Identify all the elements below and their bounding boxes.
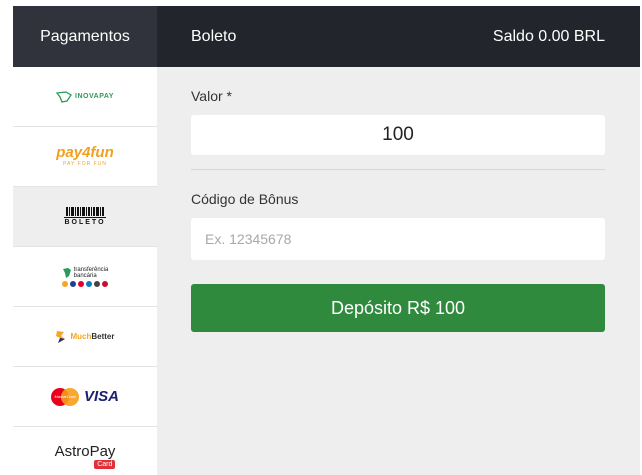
deposit-button[interactable]: Depósito R$ 100 (191, 284, 605, 332)
form-divider (191, 169, 605, 170)
barcode-icon (65, 207, 104, 216)
card-logos: MasterCard VISA (50, 387, 119, 406)
boleto-text: BOLETO (64, 217, 106, 226)
method-title: Boleto (191, 28, 237, 45)
payfun-tagline: PAY FOR FUN (63, 161, 107, 167)
astropay-logo: AstroPay Card (55, 444, 116, 469)
payfun-text: pay4fun (56, 144, 114, 161)
header-bar: Pagamentos Boleto Saldo 0.00 BRL (13, 6, 640, 67)
payfun-logo: pay4fun PAY FOR FUN (56, 145, 114, 168)
astropay-text: AstroPay (54, 443, 116, 460)
visa-logo: VISA (83, 388, 119, 405)
bonus-code-input[interactable] (191, 218, 605, 260)
amount-input[interactable] (191, 115, 605, 155)
muchbetter-text: MuchBetter (70, 332, 115, 341)
leaf-icon (62, 267, 71, 278)
method-muchbetter[interactable]: MuchBetter (13, 307, 157, 367)
payment-method-list: INOVAPAY pay4fun PAY FOR FUN BOLETO tran… (13, 67, 157, 475)
method-astropay[interactable]: AstroPay Card (13, 427, 157, 475)
tab-payments-label: Pagamentos (40, 27, 130, 45)
boleto-logo: BOLETO (64, 207, 106, 226)
bank-logos (62, 280, 108, 287)
muchbetter-icon (56, 330, 66, 343)
inovapay-logo: INOVAPAY (56, 90, 114, 103)
method-boleto[interactable]: BOLETO (13, 187, 157, 247)
astropay-card-badge: Card (94, 460, 116, 469)
transferencia-line2: bancária (73, 272, 97, 279)
amount-label: Valor * (191, 88, 232, 104)
inovapay-text: INOVAPAY (75, 93, 114, 100)
tab-payments[interactable]: Pagamentos (13, 6, 157, 67)
method-transferencia[interactable]: transferência bancária (13, 247, 157, 307)
method-visa-mastercard[interactable]: MasterCard VISA (13, 367, 157, 427)
payment-window: Pagamentos Boleto Saldo 0.00 BRL INOVAPA… (13, 6, 640, 475)
method-payfun[interactable]: pay4fun PAY FOR FUN (13, 127, 157, 187)
transferencia-logo: transferência bancária (62, 267, 108, 287)
leaf-icon (56, 90, 72, 103)
bonus-code-label: Código de Bônus (191, 191, 299, 207)
muchbetter-logo: MuchBetter (55, 330, 115, 344)
method-inovapay[interactable]: INOVAPAY (13, 67, 157, 127)
mastercard-icon: MasterCard (50, 387, 79, 406)
balance-display: Saldo 0.00 BRL (492, 28, 605, 45)
